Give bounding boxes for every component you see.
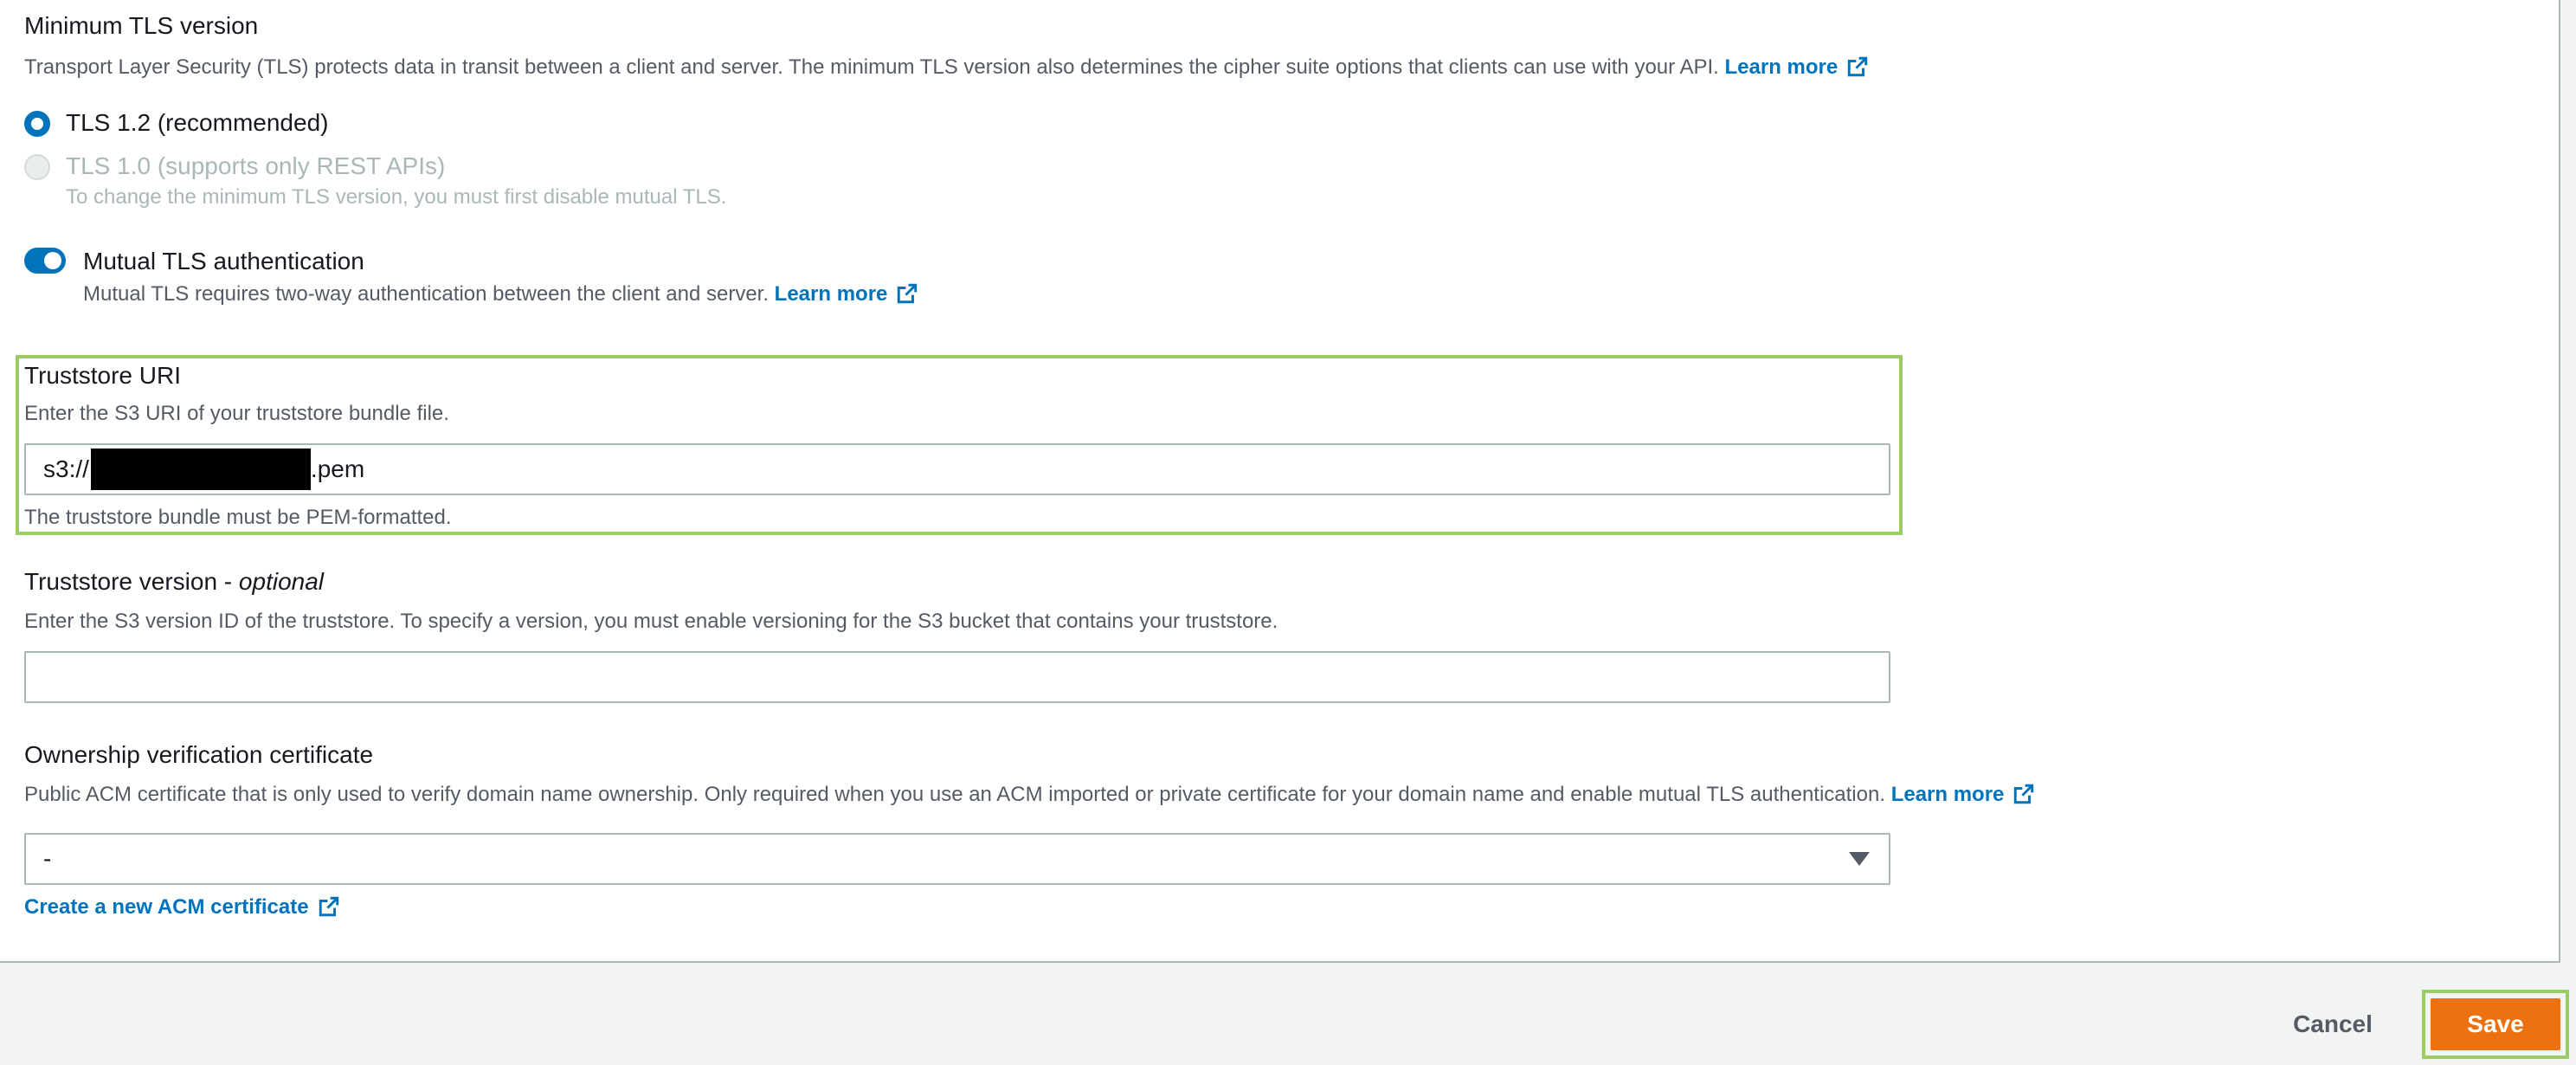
ownership-description-text: Public ACM certificate that is only used… <box>24 783 1886 806</box>
tls-learn-more-link[interactable]: Learn more <box>1725 55 1870 79</box>
truststore-uri-description: Enter the S3 URI of your truststore bund… <box>24 402 449 425</box>
truststore-uri-prefix: s3:// <box>43 455 89 482</box>
tls12-radio[interactable] <box>24 111 50 137</box>
optional-tag: optional <box>238 568 325 595</box>
ownership-certificate-select[interactable]: - <box>24 833 1890 885</box>
cancel-button[interactable]: Cancel <box>2285 1004 2380 1044</box>
truststore-version-input[interactable] <box>24 651 1890 703</box>
create-acm-certificate: Create a new ACM certificate <box>24 895 340 920</box>
tls12-label: TLS 1.2 (recommended) <box>66 109 329 136</box>
toggle-knob <box>44 252 61 269</box>
caret-down-icon <box>1849 852 1870 866</box>
external-link-icon <box>898 283 918 304</box>
mutual-tls-toggle[interactable] <box>24 248 66 274</box>
external-link-icon <box>319 896 338 917</box>
truststore-version-description: Enter the S3 version ID of the truststor… <box>24 610 1278 633</box>
create-acm-certificate-link[interactable]: Create a new ACM certificate <box>24 895 340 919</box>
external-link-icon <box>2014 784 2034 804</box>
tls10-hint: To change the minimum TLS version, you m… <box>66 185 727 209</box>
truststore-uri-label: Truststore URI <box>24 362 181 389</box>
mutual-tls-description: Mutual TLS requires two-way authenticati… <box>83 282 918 307</box>
mutual-tls-description-text: Mutual TLS requires two-way authenticati… <box>83 282 769 306</box>
mutual-tls-learn-more-link[interactable]: Learn more <box>775 282 919 306</box>
tls10-label: TLS 1.0 (supports only REST APIs) <box>66 152 446 179</box>
mutual-tls-label: Mutual TLS authentication <box>83 248 364 274</box>
truststore-uri-constraint: The truststore bundle must be PEM-format… <box>24 506 452 529</box>
tls-description-text: Transport Layer Security (TLS) protects … <box>24 55 1719 79</box>
redaction-block <box>90 449 311 490</box>
tls-section-title: Minimum TLS version <box>24 12 259 39</box>
save-button[interactable]: Save <box>2431 998 2560 1050</box>
ownership-label: Ownership verification certificate <box>24 741 374 768</box>
truststore-version-label: Truststore version - optional <box>24 568 325 595</box>
tls10-radio[interactable] <box>24 154 50 180</box>
truststore-version-label-text: Truststore version <box>24 568 218 595</box>
truststore-uri-input[interactable]: s3:// .pem <box>24 443 1890 495</box>
tls-description: Transport Layer Security (TLS) protects … <box>24 55 1869 80</box>
ownership-learn-more-link[interactable]: Learn more <box>1891 783 2036 806</box>
ownership-description: Public ACM certificate that is only used… <box>24 783 2035 807</box>
external-link-icon <box>1848 56 1868 77</box>
ownership-selected-value: - <box>43 845 52 872</box>
truststore-uri-suffix: .pem <box>310 455 365 482</box>
